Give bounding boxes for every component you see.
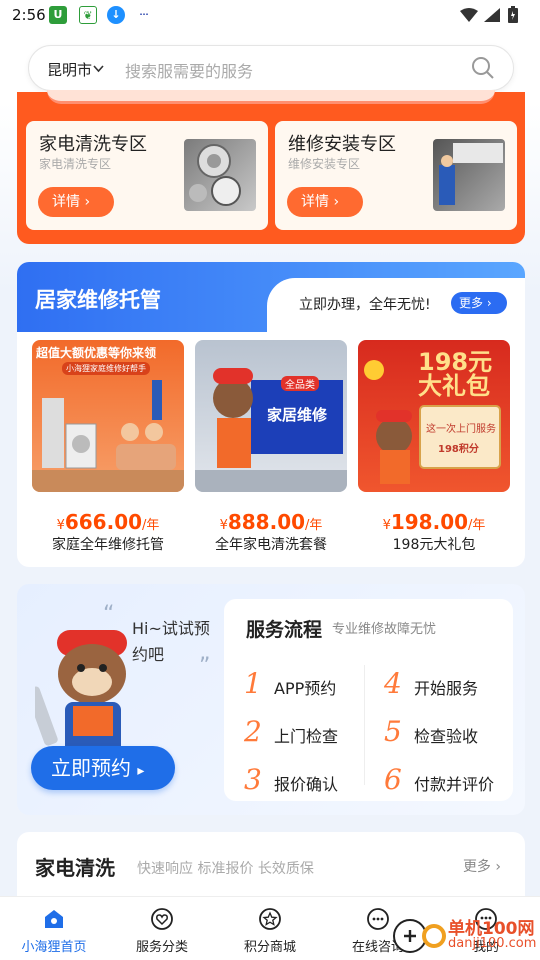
book-now-button[interactable]: 立即预约 ▸	[31, 746, 175, 790]
triangle-right-icon: ▸	[137, 763, 145, 779]
zone-card-cleaning[interactable]: 家电清洗专区 家电清洗专区 详情 ›	[26, 121, 268, 230]
home-icon	[45, 910, 63, 928]
package-image: 全品类 家居维修	[195, 340, 347, 492]
washing-machine-parts-image	[184, 139, 256, 211]
details-label: 详情	[301, 194, 329, 210]
quote-open-icon: “	[103, 602, 115, 627]
package-banner: 全品类	[281, 376, 319, 391]
zone-title: 维修安装专区	[288, 134, 396, 155]
section-title: 居家维修托管	[35, 288, 161, 312]
banner-decoration	[47, 90, 495, 104]
watermark-url: danji100.com	[448, 936, 537, 951]
tab-points-mall[interactable]: 积分商城	[216, 897, 324, 960]
tab-label: 积分商城	[243, 940, 296, 955]
service-zones-card: 家电清洗专区 家电清洗专区 详情 › 维修安装专区 维修安装专区 详情 ›	[17, 90, 525, 244]
chevron-right-icon: ›	[84, 194, 91, 210]
tab-label: 服务分类	[135, 940, 188, 955]
zone-details-button[interactable]: 详情 ›	[287, 187, 363, 217]
star-circle-icon	[259, 908, 281, 930]
chevron-right-icon: ›	[333, 194, 340, 210]
search-input[interactable]: 搜索服需要的服务	[125, 58, 253, 82]
search-bar[interactable]: 昆明市 搜索服需要的服务	[28, 45, 514, 91]
city-selector[interactable]: 昆明市	[47, 59, 92, 80]
tab-label: 小海狸首页	[21, 940, 87, 955]
hosting-slogan: 立即办理，全年无忧!	[299, 297, 431, 313]
zone-subtitle: 家电清洗专区	[39, 157, 112, 171]
package-name: 家庭全年维修托管	[52, 537, 164, 553]
package-image: 超值大额优惠等你来领 小海狸家庭维修好帮手	[32, 340, 184, 492]
watermark-logo: 单机100网 danji100.com	[390, 912, 540, 960]
process-steps-card: 服务流程 专业维修故障无忧 1 APP预约 2 上门检查 3 报价确认 4 开始服务 5…	[224, 599, 513, 801]
package-sign: 家居维修	[267, 406, 328, 424]
ac-installation-image	[433, 139, 505, 211]
status-time: 2:56	[12, 6, 46, 24]
book-label: 立即预约	[51, 756, 131, 780]
tab-home[interactable]: 小海狸首页	[0, 897, 108, 960]
package-price: ¥888.00/年	[219, 510, 323, 534]
more-label: 更多	[462, 859, 491, 875]
shield-notification-icon: ❦	[79, 6, 97, 24]
more-notification-icon: ···	[135, 6, 153, 24]
chevron-down-icon[interactable]	[93, 65, 104, 73]
tab-categories[interactable]: 服务分类	[108, 897, 216, 960]
heart-chat-icon	[151, 908, 173, 930]
chevron-right-icon: ›	[495, 859, 501, 875]
section-title: 家电清洗	[35, 856, 115, 880]
search-icon[interactable]	[471, 56, 495, 80]
mascot-greeting: Hi~试试预约吧	[132, 619, 210, 664]
hosting-more-button[interactable]: 更多 ›	[451, 292, 507, 314]
zone-title: 家电清洗专区	[39, 134, 147, 155]
package-scroll-sub: 198积分	[438, 444, 479, 455]
app-notification-icon: U	[49, 6, 67, 24]
package-price: ¥666.00/年	[56, 510, 160, 534]
package-name: 全年家电清洗套餐	[215, 537, 327, 553]
cleaning-more-link[interactable]: 更多 ›	[463, 856, 501, 876]
package-scroll-title: 这一次上门服务	[426, 424, 496, 435]
package-banner: 198元 大礼包	[418, 348, 493, 400]
service-process-section: “ ” Hi~试试预约吧 立即预约 ▸ 服务流程 专业维修故障无忧 1 APP预约…	[17, 584, 525, 815]
zone-card-repair[interactable]: 维修安装专区 维修安装专区 详情 ›	[275, 121, 517, 230]
watermark-icon	[393, 919, 446, 953]
process-title: 服务流程	[246, 619, 323, 641]
more-label: 更多	[459, 296, 484, 310]
wifi-icon	[460, 8, 478, 22]
status-bar: 2:56 U ❦ ↓ ···	[0, 0, 540, 32]
package-price: ¥198.00/年	[382, 510, 486, 534]
signal-icon	[484, 8, 500, 22]
home-repair-hosting-section: 居家维修托管 立即办理，全年无忧! 更多 › 超值大额优惠等你来领 小海狸家庭维…	[17, 262, 525, 567]
zone-subtitle: 维修安装专区	[288, 157, 361, 171]
package-image: 198元 大礼包 这一次上门服务 198积分	[358, 340, 510, 492]
chat-dots-icon	[367, 908, 389, 930]
process-subtitle: 专业维修故障无忧	[332, 622, 437, 637]
chevron-right-icon: ›	[486, 296, 492, 310]
divider	[364, 665, 365, 785]
section-subtitle: 快速响应 标准报价 长效质保	[137, 861, 314, 877]
battery-icon	[508, 6, 518, 23]
zone-details-button[interactable]: 详情 ›	[38, 187, 114, 217]
package-name: 198元大礼包	[392, 537, 476, 553]
download-notification-icon: ↓	[107, 6, 125, 24]
details-label: 详情	[52, 194, 80, 210]
